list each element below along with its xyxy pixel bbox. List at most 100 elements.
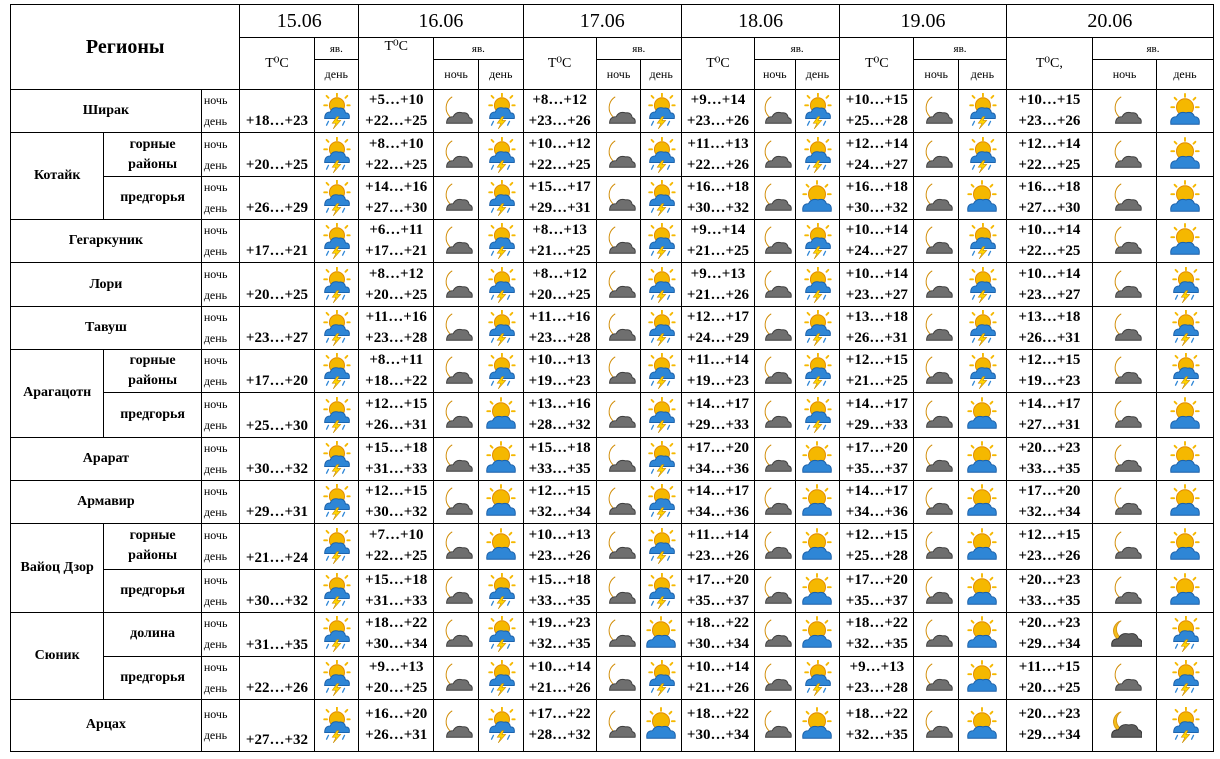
night-temp: +14…+16 [365, 179, 428, 196]
sun-storm-icon [804, 266, 833, 303]
forecast-row: предгорья ночь день +26…+29 +14…+16 +27…+30 +1… [11, 176, 1215, 221]
day-temp: +22…+25 [365, 113, 428, 130]
time-of-day-labels: ночь день [200, 176, 241, 221]
regions-header: Регионы [9, 4, 241, 90]
day-icon-cell [1155, 436, 1215, 481]
night-icon-cell [913, 132, 960, 178]
moon-cloud-icon [445, 663, 473, 691]
day-label: день [203, 461, 228, 476]
day-icon-cell [794, 522, 841, 570]
day-temp-cell: +26…+29 [239, 176, 315, 221]
sun-storm-icon [648, 528, 676, 565]
night-icon-cell [754, 568, 796, 613]
night-label: ночь [203, 572, 228, 587]
day-icon-cell [794, 655, 841, 700]
night-temp: +12…+14 [845, 135, 908, 152]
sun-storm-icon [648, 223, 676, 260]
moon-cloud-icon [608, 183, 636, 211]
night-icon-cell [1092, 132, 1157, 178]
night-temp: +14…+17 [1018, 395, 1081, 412]
moon-cloud-icon [445, 96, 473, 124]
day-icon-cell [313, 262, 360, 308]
temp-cell: +10…+14 +21…+26 [680, 655, 756, 700]
day-temp: +31…+33 [365, 460, 428, 477]
sun-storm-icon [323, 572, 351, 609]
sun-storm-icon [648, 396, 676, 433]
subregion-name: предгорья [103, 392, 202, 438]
moon-cloud-icon [445, 183, 473, 211]
day-icon-cell [313, 522, 360, 570]
night-temp: +12…+15 [365, 395, 428, 412]
day-icon-cell [958, 219, 1007, 264]
day-temp: +23…+28 [365, 330, 428, 347]
day-icon-cell [794, 176, 841, 221]
sun-storm-icon [648, 93, 676, 130]
moon-cloud-icon [764, 96, 792, 124]
day-icon-cell [1155, 306, 1215, 351]
night-icon-cell [1092, 88, 1157, 134]
moon-cloud-icon [608, 710, 636, 739]
day-icon-cell [477, 132, 524, 178]
sun-cloud-icon [967, 483, 998, 516]
day-icon-cell [794, 392, 841, 438]
day-icon-cell [477, 219, 524, 264]
night-temp: +18…+22 [365, 615, 428, 632]
moon-cloud-icon [1114, 443, 1142, 472]
day-temp: +20…+25 [528, 286, 591, 303]
moon-cloud-icon [445, 619, 473, 648]
time-of-day-labels: ночь день [200, 655, 241, 700]
day-temp-cell: +29…+31 [239, 479, 315, 524]
moon-cloud-icon [1114, 96, 1142, 124]
night-icon-cell [913, 88, 960, 134]
day-temp: +21…+24 [245, 549, 308, 566]
temp-cell: +6…+11 +17…+21 [358, 219, 435, 264]
night-icon-cell [1092, 176, 1157, 221]
moon-cloud-icon [764, 576, 792, 604]
day-icon-cell [1155, 349, 1215, 394]
temp-cell: +16…+18 +27…+30 [1005, 176, 1094, 221]
night-icon-cell [1092, 436, 1157, 481]
night-temp: +9…+13 [368, 658, 424, 675]
forecast-row: Арцах ночь день +27…+32 +16…+20 +26…+31 +17…+2… [10, 698, 1215, 753]
moon-cloud-icon [608, 270, 636, 298]
day-temp: +23…+26 [528, 113, 591, 130]
day-icon-cell [640, 392, 682, 438]
day-temp: +21…+26 [686, 679, 750, 696]
sun-cloud-icon [1170, 440, 1200, 473]
day-label: день [203, 680, 228, 695]
moon-cloud-icon [925, 356, 953, 385]
sun-cloud-icon [1170, 397, 1200, 429]
temp-header: T⁰C [839, 37, 915, 90]
date-header: 18.06 [680, 4, 841, 38]
moon-cloud-icon [1114, 183, 1142, 211]
moon-cloud-icon [764, 619, 792, 648]
temp-cell: +10…+13 +23…+26 [522, 522, 597, 570]
day-header: день [958, 59, 1007, 90]
day-icon-cell [640, 655, 682, 700]
day-icon-cell [794, 479, 841, 524]
temp-cell: +11…+16 +23…+28 [358, 306, 435, 351]
night-temp: +20…+23 [1018, 706, 1081, 723]
night-icon-cell [1092, 655, 1157, 700]
day-temp: +29…+34 [1018, 636, 1081, 653]
moon-cloud-icon [608, 96, 636, 124]
night-temp: +8…+13 [532, 222, 587, 239]
night-icon-cell [913, 349, 960, 394]
sun-cloud-icon [485, 440, 516, 473]
day-temp: +29…+34 [1018, 727, 1081, 744]
moon-cloud-icon [1114, 576, 1142, 604]
day-temp: +30…+34 [365, 636, 428, 653]
sun-storm-icon [323, 396, 351, 433]
night-icon-cell [433, 655, 479, 700]
day-icon-cell [477, 262, 524, 308]
moon-cloud-icon [1114, 663, 1142, 691]
temp-cell: +12…+15 +30…+32 [358, 479, 435, 524]
night-icon-cell [433, 176, 479, 221]
sun-cloud-icon [1170, 528, 1200, 560]
time-of-day-labels: ночь день [200, 88, 241, 134]
day-temp-cell: +20…+25 [239, 262, 315, 308]
day-icon-cell [1155, 392, 1215, 438]
temp-cell: +18…+22 +30…+34 [358, 611, 435, 657]
moon-cloud-icon [608, 226, 636, 254]
day-icon-cell [313, 392, 360, 438]
